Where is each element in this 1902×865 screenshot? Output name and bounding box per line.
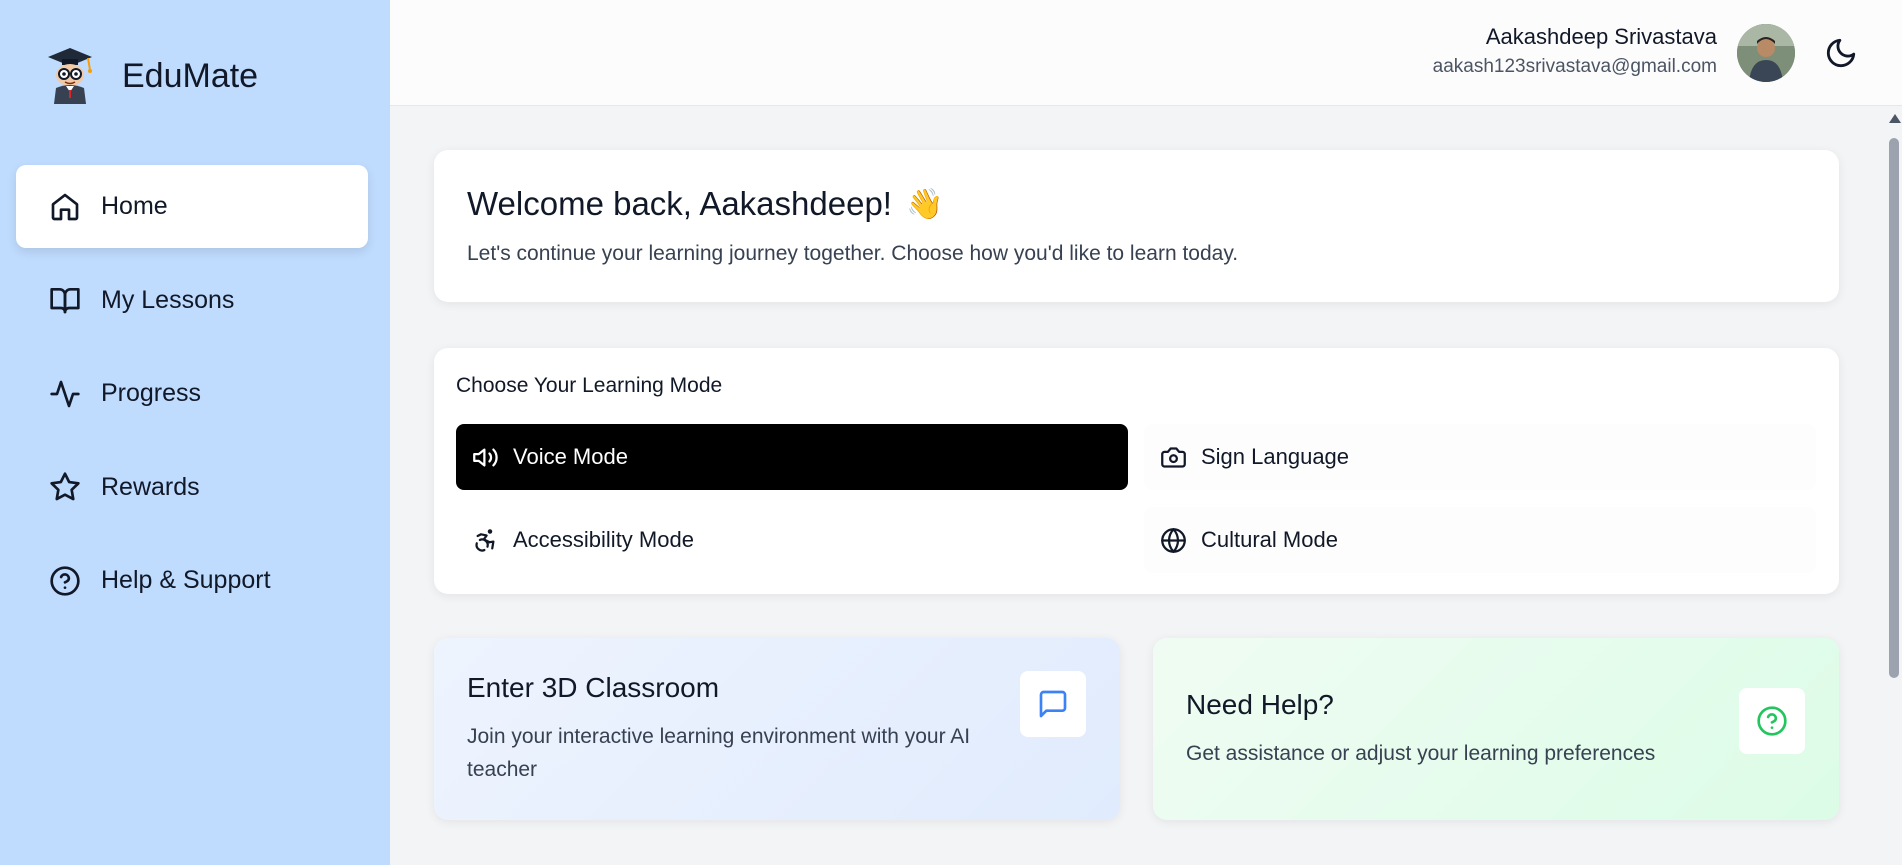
cultural-mode-button[interactable]: Cultural Mode [1144,507,1816,573]
scrollbar[interactable] [1886,114,1902,865]
help-button[interactable] [1739,688,1805,754]
mode-label: Accessibility Mode [513,527,694,552]
help-circle-icon [50,565,80,596]
star-icon [50,472,80,501]
welcome-card: Welcome back, Aakashdeep! 👋 Let's contin… [434,150,1839,302]
top-header: Aakashdeep Srivastava aakash123srivastav… [390,0,1902,106]
sidebar-nav: Home My Lessons Progress Rewards Help & … [16,165,368,633]
sidebar-item-label: Home [101,192,168,220]
mode-label: Cultural Mode [1201,527,1338,552]
globe-icon [1161,527,1186,553]
moon-icon[interactable] [1824,36,1858,70]
message-square-icon [1039,690,1067,718]
help-title: Need Help? [1186,689,1334,720]
camera-icon [1161,446,1186,468]
sign-language-button[interactable]: Sign Language [1144,424,1816,490]
mode-label: Voice Mode [513,444,628,469]
learning-mode-card: Choose Your Learning Mode Voice Mode Sig… [434,348,1839,594]
help-description: Get assistance or adjust your learning p… [1186,742,1656,765]
classroom-card[interactable]: Enter 3D Classroom Join your interactive… [434,638,1120,820]
book-open-icon [50,288,80,314]
user-email: aakash123srivastava@gmail.com [1432,56,1717,77]
user-name: Aakashdeep Srivastava [1485,24,1717,49]
brand-name: EduMate [122,56,259,95]
voice-mode-button[interactable]: Voice Mode [456,424,1128,490]
sidebar: EduMate Home My Lessons Progress Rewards… [0,0,390,865]
classroom-description: Join your interactive learning environme… [467,725,971,781]
accessibility-mode-button[interactable]: Accessibility Mode [456,507,1128,573]
learning-mode-title: Choose Your Learning Mode [456,374,723,397]
sidebar-item-home[interactable]: Home [16,165,368,248]
activity-icon [50,380,80,407]
help-circle-icon [1757,706,1787,736]
sidebar-item-my-lessons[interactable]: My Lessons [16,259,368,342]
classroom-title: Enter 3D Classroom [467,672,720,703]
welcome-subtitle: Let's continue your learning journey tog… [467,242,1239,265]
welcome-heading: Welcome back, Aakashdeep! [467,185,892,222]
graduate-mascot-icon [48,48,92,104]
home-icon [51,193,79,220]
mode-label: Sign Language [1201,444,1350,469]
sidebar-item-label: Help & Support [101,566,271,594]
avatar[interactable] [1737,24,1795,82]
classroom-chat-button[interactable] [1020,671,1086,737]
avatar-image [1737,24,1795,82]
welcome-title: Welcome back, Aakashdeep! 👋 [467,185,943,223]
brand[interactable]: EduMate [44,46,258,106]
sidebar-item-label: Progress [101,379,202,407]
scroll-thumb[interactable] [1889,138,1899,678]
accessibility-icon [475,528,495,552]
sidebar-item-label: My Lessons [101,285,235,314]
speaker-icon [473,448,498,466]
sidebar-item-rewards[interactable]: Rewards [16,446,368,529]
sidebar-item-progress[interactable]: Progress [16,352,368,435]
sidebar-item-label: Rewards [101,472,200,501]
wave-emoji: 👋 [905,186,944,222]
sidebar-item-help-support[interactable]: Help & Support [16,539,368,622]
user-info: Aakashdeep Srivastava aakash123srivastav… [1433,24,1717,78]
scroll-up-arrow[interactable] [1889,114,1901,123]
need-help-card[interactable]: Need Help? Get assistance or adjust your… [1153,638,1839,820]
